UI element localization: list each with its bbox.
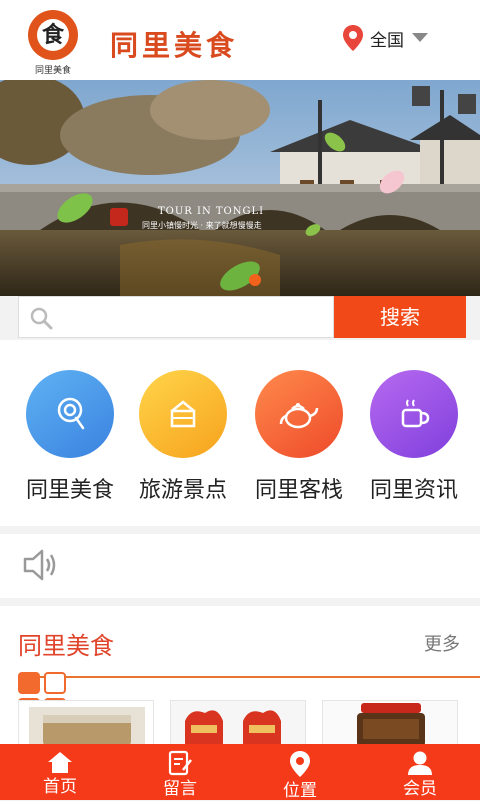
tab-location[interactable]: 位置 <box>240 744 360 800</box>
product-image <box>171 701 305 746</box>
logo-glyph: 食 <box>37 19 69 51</box>
user-icon <box>408 751 432 775</box>
product-card[interactable] <box>18 700 154 746</box>
message-icon <box>168 750 192 776</box>
search-bar: 搜索 <box>18 296 466 340</box>
category-inns[interactable]: 同里客栈 <box>243 370 355 504</box>
map-pin-icon <box>342 24 364 52</box>
category-label: 同里资讯 <box>369 478 458 503</box>
logo-caption: 同里美食 <box>34 66 71 76</box>
search-button[interactable]: 搜索 <box>334 296 466 338</box>
category-label: 同里美食 <box>25 478 114 503</box>
teapot-icon <box>255 370 343 458</box>
search-icon <box>29 306 53 334</box>
speaker-icon <box>22 548 58 586</box>
category-food[interactable]: 同里美食 <box>14 370 126 504</box>
notice-bar[interactable] <box>0 534 480 598</box>
cake-icon <box>139 370 227 458</box>
food-section: 同里美食 更多 <box>0 606 480 746</box>
category-label: 旅游景点 <box>138 478 227 503</box>
tab-messages[interactable]: 留言 <box>120 744 240 800</box>
banner-image <box>0 80 480 296</box>
caret-down-icon <box>412 33 428 43</box>
location-label: 全国 <box>370 30 404 51</box>
product-card[interactable] <box>322 700 458 746</box>
lollipop-icon <box>26 370 114 458</box>
logo-emblem: 食 <box>28 10 78 60</box>
brand-logo[interactable]: 食 同里美食 <box>22 8 84 78</box>
tab-member[interactable]: 会员 <box>360 744 480 800</box>
app-header: 食 同里美食 同里美食 全国 <box>0 0 480 80</box>
tab-label: 留言 <box>163 779 197 799</box>
location-icon <box>290 751 310 777</box>
coffee-cup-icon <box>370 370 458 458</box>
product-card[interactable] <box>170 700 306 746</box>
location-selector[interactable]: 全国 <box>342 24 428 52</box>
tab-label: 位置 <box>283 781 317 801</box>
banner-subtitle: 同里小镇慢时光 · 来了就想慢慢走 <box>142 221 262 230</box>
home-icon <box>48 752 72 773</box>
brand-title: 同里美食 <box>110 29 239 62</box>
product-list <box>18 700 480 746</box>
section-title: 同里美食 <box>18 632 114 660</box>
bottom-tab-bar: 首页 留言 位置 会员 <box>0 744 480 800</box>
search-input[interactable] <box>18 296 334 338</box>
hero-banner[interactable]: TOUR IN TONGLI 同里小镇慢时光 · 来了就想慢慢走 <box>0 80 480 296</box>
category-label: 同里客栈 <box>254 478 343 503</box>
tab-home[interactable]: 首页 <box>0 744 120 800</box>
product-image <box>29 707 145 746</box>
tab-label: 首页 <box>43 777 77 797</box>
product-image <box>323 701 457 746</box>
banner-title: TOUR IN TONGLI <box>158 206 265 217</box>
category-news[interactable]: 同里资讯 <box>358 370 470 504</box>
category-grid: 同里美食 旅游景点 同里客栈 同里资讯 <box>0 340 480 526</box>
category-attractions[interactable]: 旅游景点 <box>127 370 239 504</box>
section-divider <box>18 676 480 678</box>
tab-label: 会员 <box>403 779 437 799</box>
more-link[interactable]: 更多 <box>424 630 460 656</box>
